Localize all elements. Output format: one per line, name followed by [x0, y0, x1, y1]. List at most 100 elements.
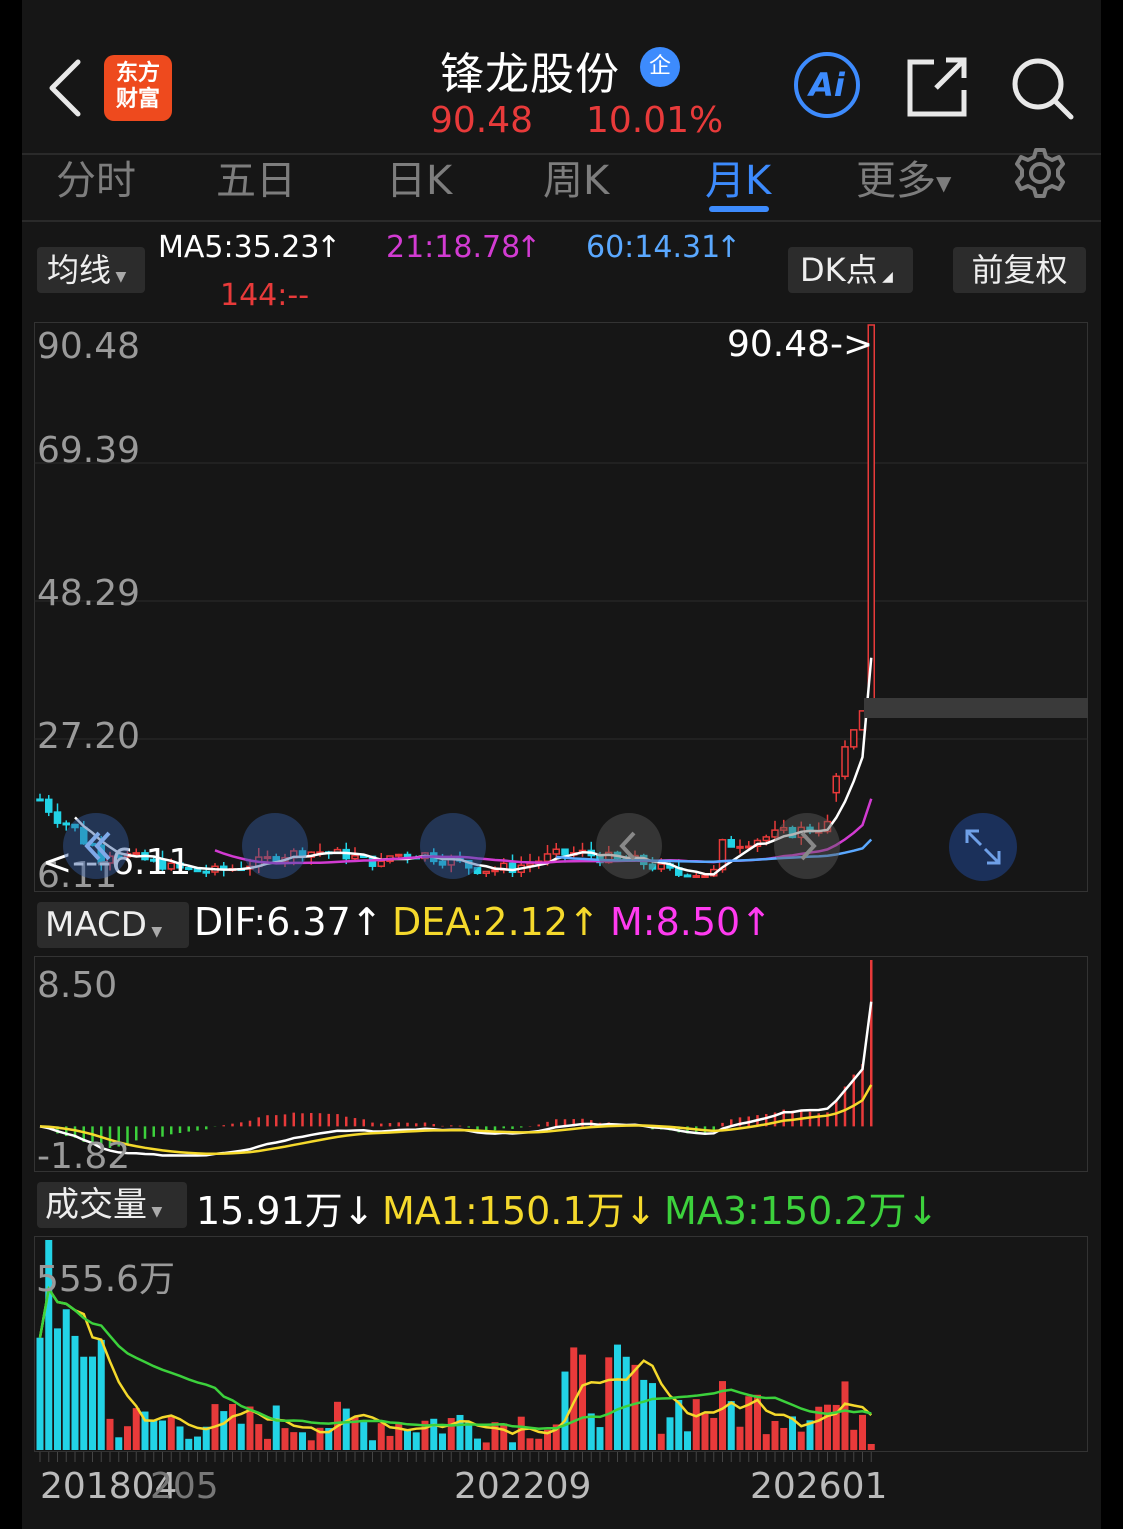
volume-bar — [579, 1354, 586, 1450]
volume-bar — [307, 1440, 315, 1450]
volume-ytick-top: 555.6万 — [36, 1259, 176, 1300]
fullscreen-button[interactable] — [949, 813, 1017, 881]
volume-bar — [412, 1432, 420, 1450]
volume-bar — [377, 1423, 385, 1450]
tab-more[interactable]: 更多▼ — [856, 148, 951, 206]
candle-body — [377, 860, 385, 867]
volume-dropdown[interactable]: 成交量 ▼ — [37, 1182, 187, 1228]
volume-bar — [439, 1433, 446, 1450]
volume-bar — [369, 1440, 376, 1450]
macd-dea-value: DEA:2.12 — [392, 900, 569, 944]
volume-bar — [657, 1433, 665, 1450]
ma60-arrow: ↑ — [716, 230, 742, 265]
kline-ytick-2: 69.39 — [37, 430, 141, 471]
ma-dropdown[interactable]: 均线 ▼ — [37, 247, 145, 293]
volume-bar — [255, 1424, 263, 1450]
volume-bar — [132, 1408, 140, 1450]
app-logo: 东方 财富 — [104, 55, 172, 121]
volume-bar — [36, 1337, 44, 1450]
volume-bar — [517, 1416, 525, 1450]
volume-bar — [264, 1438, 271, 1450]
scroll-right-button[interactable] — [774, 813, 840, 879]
ma-dropdown-label: 均线 — [47, 251, 112, 289]
volume-bar — [97, 1339, 105, 1450]
kline-ytick-3: 48.29 — [37, 573, 141, 614]
back-button[interactable] — [44, 58, 86, 118]
change-percent: 10.01% — [585, 100, 724, 141]
volume-bar — [841, 1381, 849, 1450]
scroll-start-button[interactable] — [63, 813, 129, 879]
chevron-left-icon — [619, 831, 636, 861]
volume-bar — [237, 1423, 245, 1450]
volume-bar — [430, 1418, 438, 1450]
ai-button[interactable]: Ai — [794, 52, 860, 118]
ma5-arrow: ↑ — [316, 230, 342, 265]
macd-ytick-top: 8.50 — [37, 965, 118, 1006]
kline-ytick-top: 90.48 — [37, 326, 141, 367]
volume-bar — [701, 1413, 709, 1450]
volume-bar — [106, 1418, 114, 1450]
price-marker-band — [864, 698, 1088, 718]
logo-line-1: 东方 — [115, 61, 160, 86]
volume-bar — [649, 1383, 656, 1450]
candle-body — [482, 870, 490, 874]
volume-bar — [824, 1404, 831, 1450]
ma21-value: 21:18.78 — [386, 230, 521, 265]
zoom-out-button[interactable] — [242, 813, 308, 879]
volume-bar — [229, 1404, 236, 1450]
volume-bar — [710, 1417, 718, 1450]
volume-bar — [124, 1426, 131, 1450]
gear-icon — [1015, 148, 1065, 198]
candle-body — [351, 854, 359, 860]
candle-body — [45, 798, 53, 813]
ma60-value: 60:14.31 — [586, 230, 721, 265]
volume-bar — [780, 1427, 788, 1450]
volume-bar — [80, 1356, 88, 1450]
candle-body — [692, 875, 700, 879]
tab-daily-k[interactable]: 日K — [386, 148, 452, 206]
volume-bar — [194, 1436, 201, 1450]
tab-monthly-k[interactable]: 月K — [705, 148, 771, 206]
volume-ma1: MA1:150.1万↓ — [382, 1189, 657, 1233]
caret-down-icon: ▼ — [111, 269, 127, 285]
tab-weekly-k[interactable]: 周K — [543, 148, 609, 206]
tab-intraday[interactable]: 分时 — [56, 148, 136, 206]
volume-current: 15.91万↓ — [196, 1189, 375, 1233]
volume-bar — [491, 1422, 499, 1450]
volume-bar — [386, 1435, 394, 1450]
search-button[interactable] — [1010, 56, 1074, 120]
volume-bar — [474, 1438, 481, 1450]
ai-label: Ai — [809, 66, 845, 104]
scroll-left-button[interactable] — [596, 813, 662, 879]
macd-dif-value: DIF:6.37 — [194, 900, 351, 944]
macd-dropdown[interactable]: MACD ▼ — [37, 902, 189, 948]
tab-five-day[interactable]: 五日 — [216, 148, 296, 206]
volume-chart — [36, 1240, 875, 1462]
settings-button[interactable] — [1012, 146, 1068, 200]
macd-chart — [39, 960, 873, 1157]
dea-line — [39, 1084, 873, 1156]
volume-bar — [482, 1442, 490, 1450]
caret-down-icon: ▼ — [146, 924, 163, 940]
volume-dropdown-label: 成交量 — [45, 1185, 147, 1225]
dk-button[interactable]: DK点 ◢ — [788, 247, 913, 293]
dif-line — [39, 1001, 873, 1157]
volume-bar — [159, 1420, 166, 1450]
ma144-value: 144:-- — [220, 278, 310, 313]
zoom-in-button[interactable] — [420, 813, 486, 879]
share-button[interactable] — [906, 56, 970, 118]
volume-bar — [500, 1423, 508, 1450]
chevron-right-icon — [800, 831, 817, 861]
volume-bar — [176, 1426, 184, 1450]
kline-chart — [34, 324, 1088, 879]
volume-bar — [535, 1438, 543, 1450]
macd-m: M:8.50↑ — [610, 900, 773, 944]
volume-bar — [246, 1406, 254, 1450]
volume-bar — [605, 1357, 613, 1450]
adjust-button[interactable]: 前复权 — [953, 247, 1086, 293]
candle-body — [683, 874, 692, 878]
volume-bar — [850, 1429, 858, 1450]
volume-bar — [167, 1417, 175, 1450]
volume-bar — [614, 1344, 621, 1450]
volume-bar — [115, 1437, 123, 1450]
